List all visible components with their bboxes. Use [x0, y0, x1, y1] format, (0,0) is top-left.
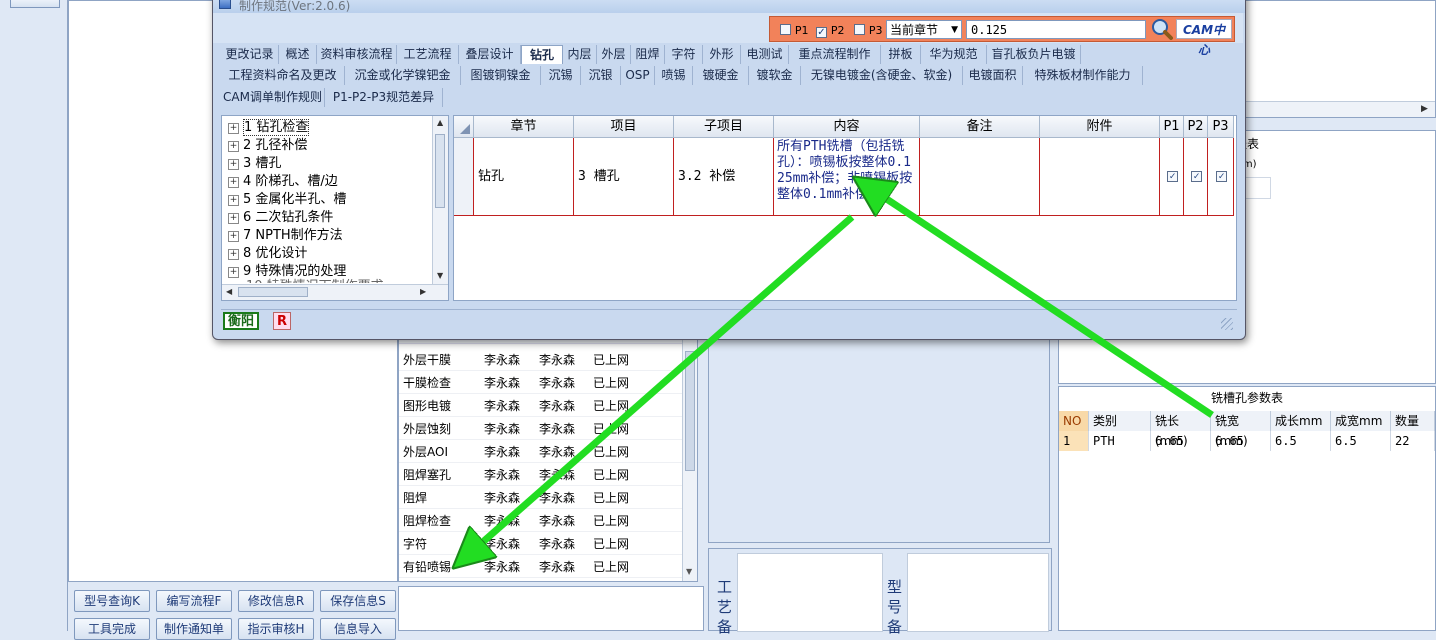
arrow-to-content: [870, 188, 1214, 418]
arrow-to-list: [468, 214, 855, 555]
annotation-arrows: [0, 0, 1214, 631]
